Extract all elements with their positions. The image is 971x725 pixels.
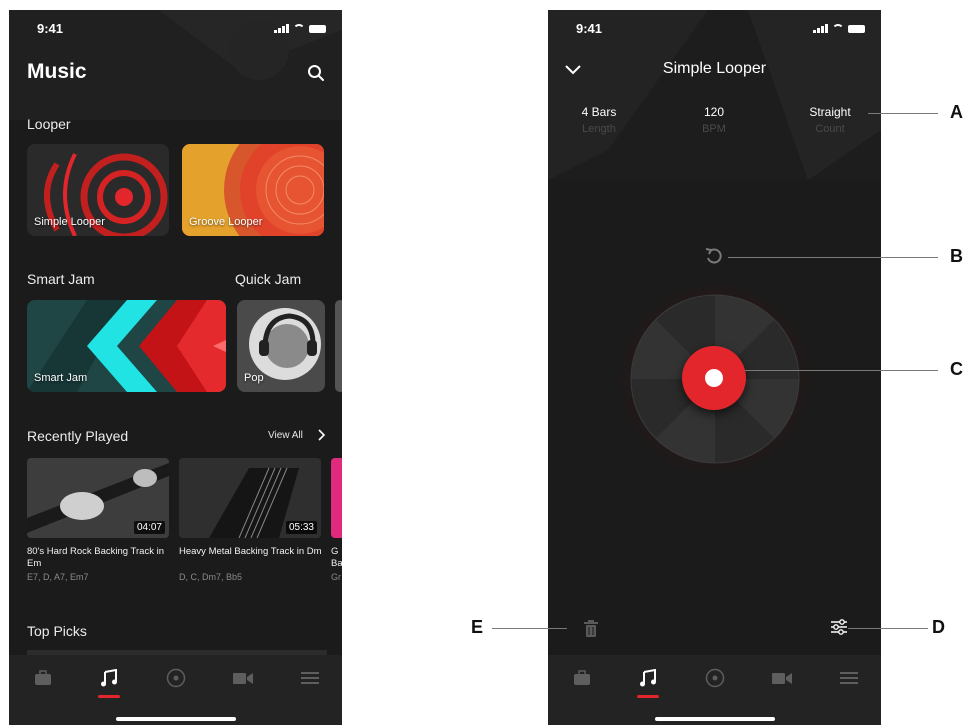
tab-music[interactable]	[635, 665, 661, 691]
looper-section-title: Looper	[27, 116, 71, 132]
page-title: Simple Looper	[662, 60, 767, 77]
home-indicator	[115, 717, 236, 721]
music-screen: 9:41 Music Looper Simple Looper Groove L…	[9, 10, 342, 725]
tab-lessons[interactable]	[569, 665, 595, 691]
record-dot	[705, 369, 723, 387]
home-indicator	[654, 717, 775, 721]
callout-line-c	[745, 370, 938, 371]
tab-music[interactable]	[96, 665, 122, 691]
tab-bar	[548, 655, 881, 725]
menu-icon	[301, 672, 319, 684]
tab-menu[interactable]	[836, 665, 862, 691]
count-value[interactable]: Straight	[790, 105, 870, 119]
callout-label-e: E	[471, 617, 484, 637]
duration-badge: 05:33	[285, 521, 317, 534]
music-note-icon	[640, 669, 656, 687]
battery-icon	[848, 25, 865, 33]
wifi-icon	[832, 24, 844, 33]
menu-icon	[840, 672, 858, 684]
record-button[interactable]	[682, 346, 746, 410]
bpm-label: BPM	[702, 123, 726, 135]
smart-jam-card[interactable]: Smart Jam	[27, 300, 226, 392]
card-label: Simple Looper	[34, 216, 105, 228]
recent-item-title: 80's Hard Rock Backing Track in Em	[27, 546, 164, 569]
status-bar: 9:41	[548, 21, 881, 41]
callout-label-a: A	[950, 102, 963, 122]
simple-looper-screen: 9:41 Simple Looper 4 Bars Length 120 BPM…	[548, 10, 881, 725]
page-title: Music	[27, 60, 87, 83]
tab-menu[interactable]	[297, 665, 323, 691]
signal-icon	[813, 24, 828, 33]
callout-label-b: B	[950, 246, 963, 266]
card-label: Groove Looper	[189, 216, 263, 228]
trash-icon[interactable]	[583, 620, 599, 638]
status-time: 9:41	[37, 21, 64, 36]
video-camera-icon	[772, 673, 792, 684]
music-note-icon	[101, 669, 117, 687]
video-camera-icon	[233, 673, 253, 684]
top-picks-title: Top Picks	[27, 623, 87, 639]
briefcase-icon	[574, 670, 590, 685]
tab-lessons[interactable]	[30, 665, 56, 691]
recent-item-chords: D, C, Dm7, Bb5	[179, 572, 243, 582]
tab-videos[interactable]	[769, 665, 795, 691]
active-tab-indicator	[637, 695, 659, 698]
status-time: 9:41	[576, 21, 603, 36]
briefcase-icon	[35, 670, 51, 685]
wifi-icon	[293, 24, 305, 33]
callout-line-d	[848, 628, 928, 629]
callout-line-e	[492, 628, 567, 629]
tab-discover[interactable]	[163, 665, 189, 691]
smart-jam-section-title: Smart Jam	[27, 271, 95, 287]
length-label: Length	[582, 123, 616, 135]
callout-label-c: C	[950, 359, 963, 379]
card-label: Pop	[244, 372, 264, 384]
pop-jam-card[interactable]: Pop	[237, 300, 325, 392]
recent-item-thumbnail[interactable]: 05:33	[179, 458, 321, 538]
recently-played-title: Recently Played	[27, 428, 129, 444]
search-icon[interactable]	[307, 64, 325, 82]
recent-item-thumbnail[interactable]	[331, 458, 342, 538]
quick-jam-section-title: Quick Jam	[235, 271, 302, 287]
recent-item-title: G Ba	[331, 546, 342, 569]
card-label: Smart Jam	[34, 372, 88, 384]
recent-item-title: Heavy Metal Backing Track in Dm	[179, 546, 322, 557]
groove-looper-card[interactable]: Groove Looper	[182, 144, 324, 236]
next-jam-card-partial[interactable]	[335, 300, 342, 392]
battery-icon	[309, 25, 326, 33]
compass-icon	[705, 668, 725, 688]
callout-line-a	[868, 113, 938, 114]
callout-label-d: D	[932, 617, 945, 637]
view-all-link[interactable]: View All	[268, 430, 303, 441]
settings-sliders-icon[interactable]	[830, 618, 848, 636]
recent-item-chords: Gr	[331, 572, 341, 582]
count-label: Count	[815, 123, 845, 135]
recent-item-thumbnail[interactable]: 04:07	[27, 458, 169, 538]
compass-icon	[166, 668, 186, 688]
simple-looper-card[interactable]: Simple Looper	[27, 144, 169, 236]
status-bar: 9:41	[9, 21, 342, 41]
undo-icon[interactable]	[704, 246, 724, 266]
tab-videos[interactable]	[230, 665, 256, 691]
active-tab-indicator	[98, 695, 120, 698]
chevron-right-icon[interactable]	[317, 429, 327, 441]
signal-icon	[274, 24, 289, 33]
length-value[interactable]: 4 Bars	[559, 105, 639, 119]
duration-badge: 04:07	[133, 521, 165, 534]
bpm-value[interactable]: 120	[674, 105, 754, 119]
tab-bar	[9, 655, 342, 725]
callout-line-b	[728, 257, 938, 258]
tab-discover[interactable]	[702, 665, 728, 691]
recent-item-chords: E7, D, A7, Em7	[27, 572, 89, 582]
